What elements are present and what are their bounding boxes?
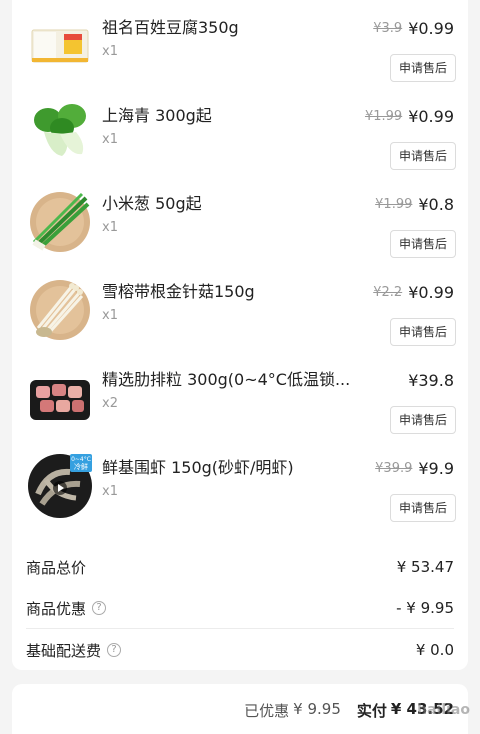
- item-sale-price: ¥9.9: [418, 458, 454, 478]
- item-name: 上海青 300g起: [102, 106, 212, 125]
- item-sale-price: ¥0.99: [408, 18, 454, 38]
- item-quantity: x1: [102, 132, 118, 147]
- shrimp-icon: 0~4°C 冷鲜: [26, 450, 94, 518]
- order-item: 小米葱 50g起 x1 ¥1.99 ¥0.8 申请售后: [12, 176, 468, 264]
- total-price-value: ¥ 53.47: [396, 558, 454, 576]
- delivery-label-group: 基础配送费 ?: [26, 640, 122, 661]
- item-original-price: ¥1.99: [364, 108, 403, 124]
- order-item: 上海青 300g起 x1 ¥1.99 ¥0.99 申请售后: [12, 88, 468, 176]
- order-items-card: 祖名百姓豆腐350g x1 ¥3.9 ¥0.99 申请售后 上海青 300g起 …: [12, 0, 468, 670]
- tofu-box-icon: [26, 10, 94, 78]
- item-original-price: ¥2.2: [373, 284, 403, 300]
- discount-row: 商品优惠 ? - ¥ 9.95: [26, 586, 454, 630]
- help-icon[interactable]: ?: [107, 643, 122, 657]
- discount-label: 商品优惠: [26, 599, 87, 618]
- discount-value: - ¥ 9.95: [396, 599, 454, 617]
- item-original-price: ¥3.9: [373, 20, 403, 36]
- item-sale-price: ¥0.99: [408, 106, 454, 126]
- saved-value: ¥ 9.95: [293, 700, 341, 718]
- total-price-row: 商品总价 ¥ 53.47: [26, 545, 454, 589]
- bok-choy-icon: [26, 98, 94, 166]
- payment-footer: 已优惠 ¥ 9.95 实付 ¥ 43.52: [12, 684, 468, 734]
- item-sale-price: ¥39.8: [408, 370, 454, 390]
- delivery-fee-value: ¥ 0.0: [415, 641, 454, 659]
- item-price: ¥3.9 ¥0.99: [373, 17, 454, 39]
- pork-ribs-icon: [26, 362, 94, 430]
- after-sales-button[interactable]: 申请售后: [390, 230, 456, 258]
- item-price: ¥39.9 ¥9.9: [375, 457, 454, 479]
- cold-badge-bottom: 冷鲜: [74, 462, 88, 471]
- saved-label: 已优惠: [244, 702, 290, 720]
- order-item: 0~4°C 冷鲜 鲜基围虾 150g(砂虾/明虾) x1 ¥39.9 ¥9.9 …: [12, 440, 468, 528]
- item-quantity: x1: [102, 308, 118, 323]
- cold-badge-top: 0~4°C: [71, 456, 91, 463]
- after-sales-button[interactable]: 申请售后: [390, 142, 456, 170]
- delivery-fee-label: 基础配送费: [26, 641, 102, 660]
- item-name: 祖名百姓豆腐350g: [102, 18, 239, 37]
- item-original-price: ¥1.99: [375, 196, 413, 212]
- item-name: 鲜基围虾 150g(砂虾/明虾): [102, 458, 294, 477]
- after-sales-button[interactable]: 申请售后: [390, 54, 456, 82]
- enoki-mushroom-icon: [26, 274, 94, 342]
- after-sales-button[interactable]: 申请售后: [390, 318, 456, 346]
- watermark: hailiao: [417, 702, 470, 718]
- after-sales-button[interactable]: 申请售后: [390, 494, 456, 522]
- paid-label: 实付: [356, 702, 387, 720]
- item-price: ¥1.99 ¥0.99: [365, 105, 454, 127]
- item-quantity: x1: [102, 44, 118, 59]
- item-quantity: x1: [102, 220, 118, 235]
- item-name: 精选肋排粒 300g(0~4°C低温锁...: [102, 370, 351, 389]
- order-item: 精选肋排粒 300g(0~4°C低温锁... x2 ¥39.8 申请售后: [12, 352, 468, 440]
- total-price-label: 商品总价: [26, 558, 87, 577]
- delivery-fee-row: 基础配送费 ? ¥ 0.0: [26, 628, 454, 672]
- after-sales-button[interactable]: 申请售后: [390, 406, 456, 434]
- item-name: 小米葱 50g起: [102, 194, 202, 213]
- item-sale-price: ¥0.99: [408, 282, 454, 302]
- help-icon[interactable]: ?: [92, 601, 107, 615]
- item-quantity: x1: [102, 484, 118, 499]
- item-name: 雪榕带根金针菇150g: [102, 282, 255, 301]
- item-sale-price: ¥0.8: [418, 194, 454, 214]
- item-price: ¥39.8: [408, 369, 454, 391]
- order-item: 雪榕带根金针菇150g x1 ¥2.2 ¥0.99 申请售后: [12, 264, 468, 352]
- item-price: ¥1.99 ¥0.8: [375, 193, 454, 215]
- green-onion-icon: [26, 186, 94, 254]
- discount-label-group: 商品优惠 ?: [26, 598, 107, 619]
- item-original-price: ¥39.9: [375, 460, 413, 476]
- item-quantity: x2: [102, 396, 118, 411]
- item-price: ¥2.2 ¥0.99: [373, 281, 454, 303]
- order-item: 祖名百姓豆腐350g x1 ¥3.9 ¥0.99 申请售后: [12, 0, 468, 88]
